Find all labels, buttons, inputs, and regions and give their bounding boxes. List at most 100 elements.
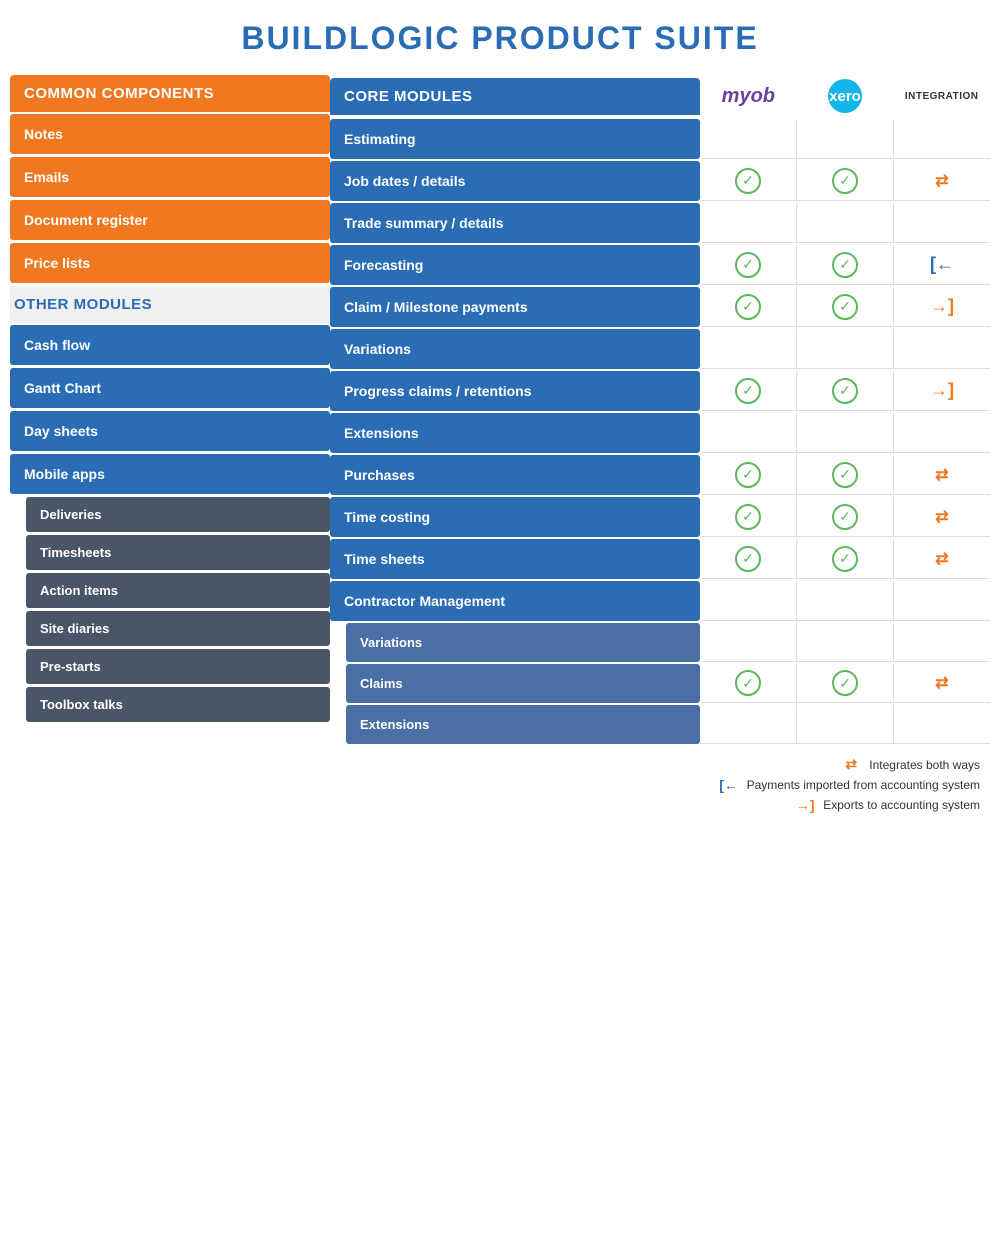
myob-cell-3: ✓ <box>700 245 797 284</box>
myob-cell-14 <box>700 705 797 743</box>
left-item-document-register: Document register <box>10 200 330 240</box>
legend-label-in: Payments imported from accounting system <box>747 778 980 792</box>
row-cells-13: ✓✓⇄ <box>700 664 990 703</box>
left-item-price-lists: Price lists <box>10 243 330 283</box>
row-cells-0 <box>700 119 990 159</box>
check-icon-xero: ✓ <box>832 168 858 194</box>
row-cells-9: ✓ ✓ ⇄ <box>700 497 990 537</box>
row-label-13: Claims <box>346 664 700 703</box>
check-icon: ✓ <box>735 168 761 194</box>
row-item-2: Trade summary / details <box>330 203 990 243</box>
left-item-gantt-chart: Gantt Chart <box>10 368 330 408</box>
integration-cell-4: →] <box>894 287 990 326</box>
check-icon-xero: ✓ <box>832 294 858 320</box>
integration-cell-7 <box>894 413 990 452</box>
integration-cell-14 <box>894 705 990 743</box>
xero-cell-13: ✓ <box>797 664 894 702</box>
row-item-6: Progress claims / retentions✓✓→] <box>330 371 990 411</box>
row-label-2: Trade summary / details <box>330 203 700 243</box>
left-column: COMMON COMPONENTS Notes Emails Document … <box>10 75 330 813</box>
legend-label-out: Exports to accounting system <box>823 798 980 812</box>
row-cells-5 <box>700 329 990 369</box>
integration-cell-8: ⇄ <box>894 455 990 494</box>
left-item-pre-starts: Pre-starts <box>26 649 330 684</box>
row-item-8: Purchases✓✓⇄ <box>330 455 990 495</box>
xero-cell-12 <box>797 623 894 661</box>
row-label-14: Extensions <box>346 705 700 744</box>
main-layout: COMMON COMPONENTS Notes Emails Document … <box>10 75 990 813</box>
myob-cell-1: ✓ <box>700 161 797 200</box>
left-item-toolbox-talks: Toolbox talks <box>26 687 330 722</box>
integration-cell-2 <box>894 203 990 242</box>
left-item-day-sheets: Day sheets <box>10 411 330 451</box>
xero-header: xero <box>797 75 894 117</box>
rows-container: EstimatingJob dates / details✓✓⇄Trade su… <box>330 119 990 746</box>
export-icon: →] <box>795 797 815 813</box>
row-label-9: Time costing <box>330 497 700 537</box>
integration-cell-6: →] <box>894 371 990 410</box>
row-item-0: Estimating <box>330 119 990 159</box>
xero-cell-1: ✓ <box>797 161 894 200</box>
left-item-emails: Emails <box>10 157 330 197</box>
row-item-12: Variations <box>330 623 990 662</box>
myob-cell-9: ✓ <box>700 497 797 536</box>
row-label-0: Estimating <box>330 119 700 159</box>
integration-header: INTEGRATION <box>893 87 990 106</box>
row-item-10: Time sheets✓✓⇄ <box>330 539 990 579</box>
integration-cell-9: ⇄ <box>894 497 990 536</box>
integration-headers: myob xero INTEGRATION <box>700 75 990 117</box>
integration-cell-11 <box>894 581 990 620</box>
check-icon-xero: ✓ <box>832 546 858 572</box>
check-icon-xero: ✓ <box>832 378 858 404</box>
integration-cell-0 <box>894 119 990 158</box>
row-label-4: Claim / Milestone payments <box>330 287 700 327</box>
right-header-row: CORE MODULES myob xero INTEGRATION <box>330 75 990 117</box>
row-item-7: Extensions <box>330 413 990 453</box>
check-icon: ✓ <box>735 378 761 404</box>
row-item-13: Claims✓✓⇄ <box>330 664 990 703</box>
check-icon-xero: ✓ <box>832 670 858 696</box>
xero-badge: xero <box>828 79 862 113</box>
row-item-14: Extensions <box>330 705 990 744</box>
xero-cell-9: ✓ <box>797 497 894 536</box>
xero-cell-6: ✓ <box>797 371 894 410</box>
myob-cell-12 <box>700 623 797 661</box>
row-cells-12 <box>700 623 990 662</box>
integration-cell-3: [← <box>894 245 990 284</box>
import-icon: [← <box>930 254 954 275</box>
myob-cell-11 <box>700 581 797 620</box>
other-modules-header: OTHER MODULES <box>10 286 330 323</box>
row-cells-10: ✓ ✓ ⇄ <box>700 539 990 579</box>
xero-cell-8: ✓ <box>797 455 894 494</box>
row-label-5: Variations <box>330 329 700 369</box>
export-icon: →] <box>930 296 954 317</box>
both-ways-icon: ⇄ <box>935 171 948 191</box>
row-label-3: Forecasting <box>330 245 700 285</box>
left-item-action-items: Action items <box>26 573 330 608</box>
integration-cell-12 <box>894 623 990 661</box>
row-cells-14 <box>700 705 990 744</box>
row-item-11: Contractor Management <box>330 581 990 621</box>
myob-cell-10: ✓ <box>700 539 797 578</box>
xero-cell-11 <box>797 581 894 620</box>
both-ways-icon: ⇄ <box>935 549 948 569</box>
row-label-12: Variations <box>346 623 700 662</box>
import-icon: [← <box>719 777 739 793</box>
check-icon: ✓ <box>735 462 761 488</box>
myob-cell-8: ✓ <box>700 455 797 494</box>
common-components-header: COMMON COMPONENTS <box>10 75 330 112</box>
right-column: CORE MODULES myob xero INTEGRATION Estim… <box>330 75 990 813</box>
xero-cell-7 <box>797 413 894 452</box>
left-item-deliveries: Deliveries <box>26 497 330 532</box>
row-label-10: Time sheets <box>330 539 700 579</box>
core-modules-header: CORE MODULES <box>330 78 700 115</box>
row-item-4: Claim / Milestone payments✓✓→] <box>330 287 990 327</box>
integration-cell-1: ⇄ <box>894 161 990 200</box>
legend-item-out: →] Exports to accounting system <box>795 797 980 813</box>
check-icon: ✓ <box>735 504 761 530</box>
left-item-notes: Notes <box>10 114 330 154</box>
both-ways-icon: ⇄ <box>935 507 948 527</box>
xero-cell-3: ✓ <box>797 245 894 284</box>
both-ways-icon: ⇄ <box>935 673 948 693</box>
legend: ⇄ Integrates both ways [← Payments impor… <box>330 756 990 813</box>
